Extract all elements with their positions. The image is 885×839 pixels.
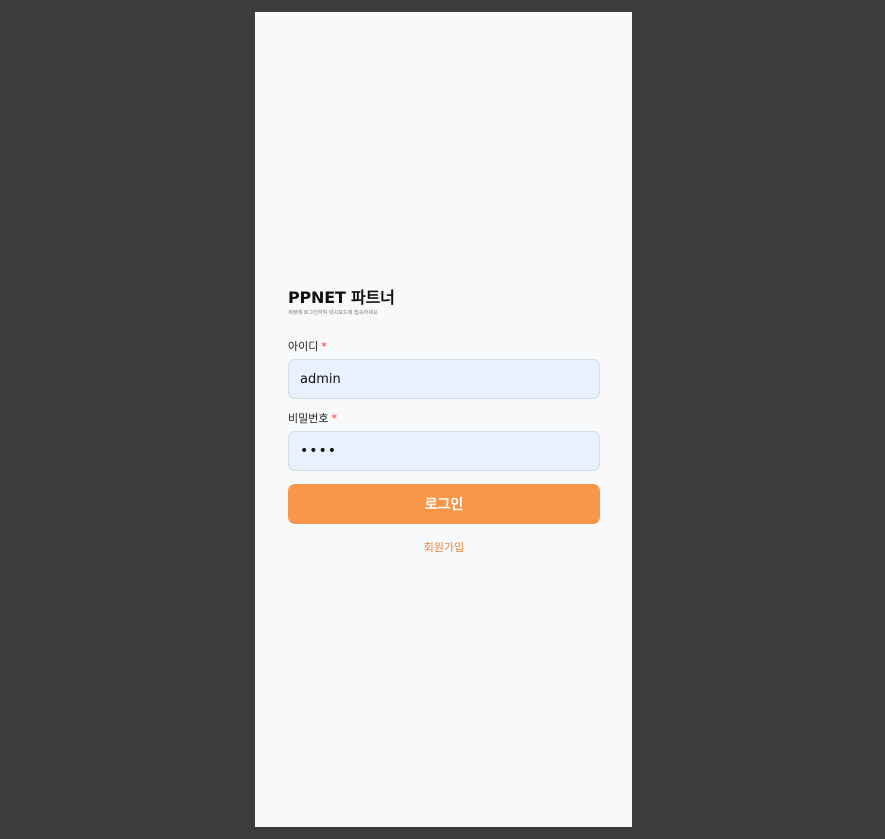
signup-link[interactable]: 회원가입 (288, 541, 600, 555)
id-required-mark: * (321, 340, 327, 353)
login-button[interactable]: 로그인 (288, 484, 600, 524)
id-field-label: 아이디 * (288, 340, 600, 354)
password-field-label: 비밀번호 * (288, 412, 600, 426)
page-subtitle: 계정에 로그인하여 대시보드에 접속하세요 (288, 310, 378, 316)
password-input[interactable] (288, 431, 600, 471)
page-title: PPNET 파트너 (288, 288, 395, 307)
login-form: PPNET 파트너 계정에 로그인하여 대시보드에 접속하세요 아이디* 비밀번… (288, 288, 600, 555)
password-required-mark: * (331, 412, 337, 425)
password-label-text: 비밀번호 (288, 412, 329, 425)
mobile-viewport: PPNET 파트너 계정에 로그인하여 대시보드에 접속하세요 아이디* 비밀번… (255, 12, 632, 827)
id-input[interactable] (288, 359, 600, 399)
id-label-text: 아이디 (288, 340, 319, 353)
